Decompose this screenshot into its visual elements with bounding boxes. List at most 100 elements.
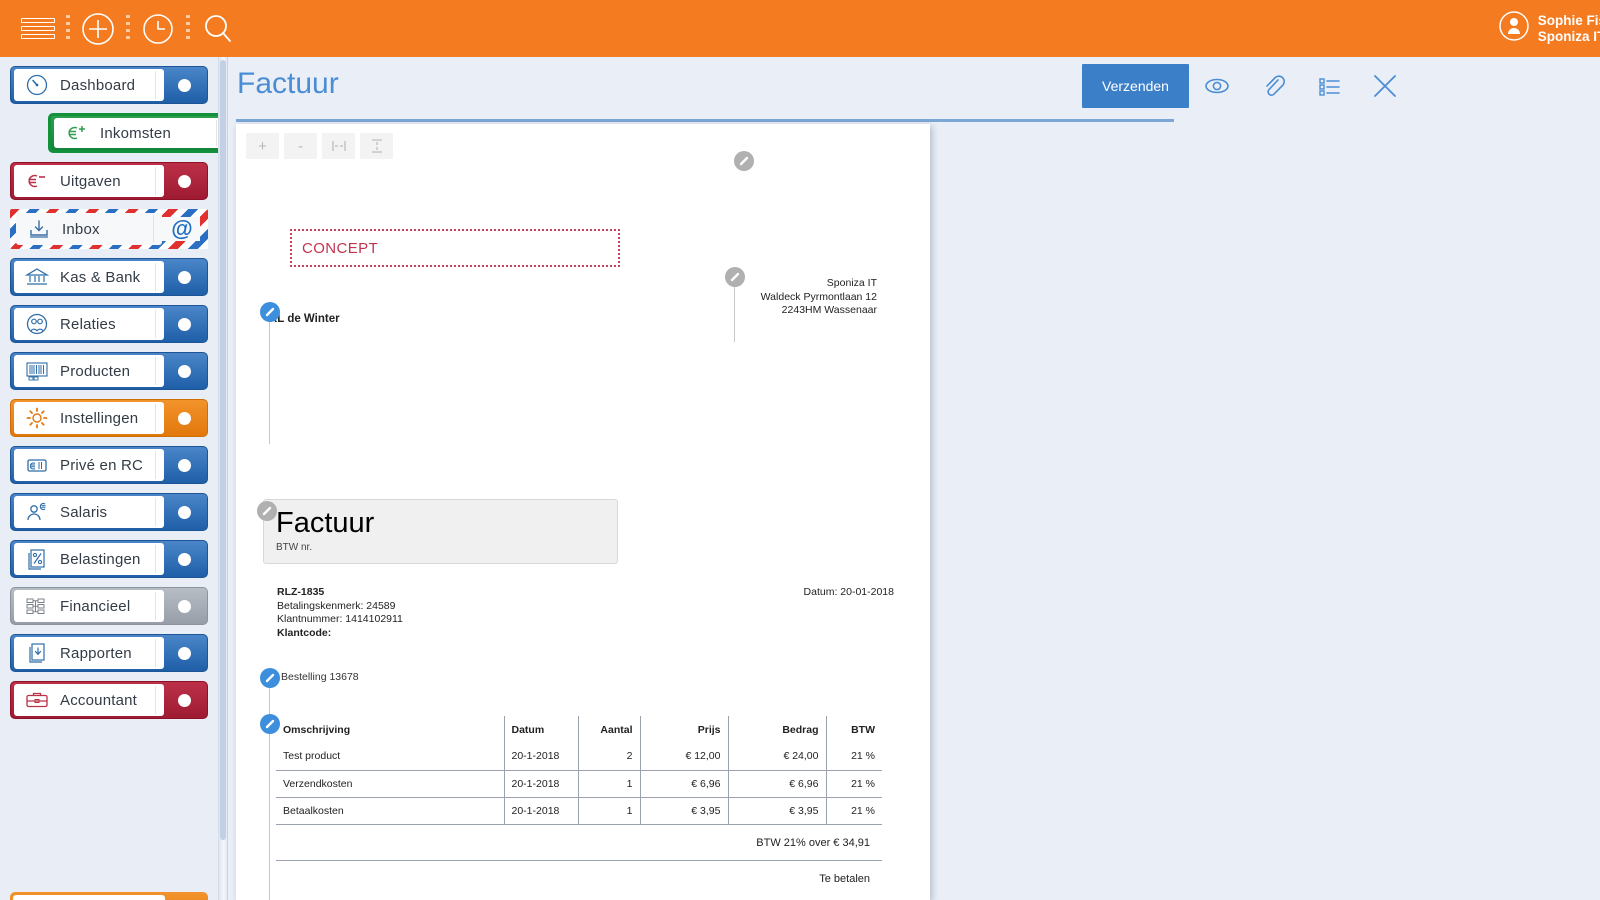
fit-height-button[interactable]: [360, 133, 393, 159]
sidebar-item-financieel[interactable]: Financieel: [10, 587, 208, 625]
close-icon[interactable]: [1357, 64, 1413, 108]
preview-icon[interactable]: [1189, 64, 1245, 108]
cell-btw: 21 %: [826, 743, 882, 770]
edit-pin-logo[interactable]: [734, 151, 754, 171]
nav-knob[interactable]: [164, 175, 204, 188]
add-icon[interactable]: [70, 0, 126, 57]
bank-icon: [20, 264, 54, 290]
search-icon[interactable]: [190, 0, 246, 57]
sidebar-item-inkomsten[interactable]: Inkomsten: [48, 113, 218, 153]
nav-knob[interactable]: [164, 694, 204, 707]
sidebar-item-salaris[interactable]: Salaris: [10, 493, 208, 531]
customer-code: Klantcode:: [277, 627, 403, 641]
euro-minus-icon: [20, 168, 54, 194]
edit-pin-order[interactable]: [260, 668, 280, 688]
cell-btw: 21 %: [826, 770, 882, 797]
gauge-icon: [20, 72, 54, 98]
main-area: Factuur Verzenden: [229, 57, 1600, 900]
attachment-icon[interactable]: [1245, 64, 1301, 108]
nav-knob[interactable]: [164, 318, 204, 331]
cell-datum: 20-1-2018: [504, 797, 578, 824]
table-row[interactable]: Verzendkosten 20-1-2018 1 € 6,96 € 6,96 …: [276, 770, 882, 797]
sidebar: Dashboard Inkomsten: [0, 57, 218, 900]
nav-knob[interactable]: [164, 365, 204, 378]
menu-icon[interactable]: [10, 0, 66, 57]
nav-tick: [155, 592, 160, 620]
edit-pin-heading[interactable]: [257, 501, 277, 521]
edit-pin-table[interactable]: [260, 714, 280, 734]
cell-prijs: € 12,00: [640, 743, 728, 770]
sidebar-item-label: Salaris: [60, 504, 107, 521]
edit-pin-recipient[interactable]: [260, 302, 280, 322]
list-icon[interactable]: [1301, 64, 1357, 108]
sidebar-item-kas-bank[interactable]: Kas & Bank: [10, 258, 208, 296]
nav-knob[interactable]: [164, 647, 204, 660]
invoice-document: + - CONCEPT: [236, 124, 930, 900]
nav-knob[interactable]: [164, 600, 204, 613]
user-area[interactable]: Sophie Fis Sponiza IT: [1498, 0, 1600, 57]
sidebar-item-inbox[interactable]: Inbox @: [10, 209, 208, 249]
inbox-badge[interactable]: @: [162, 218, 202, 240]
nav-knob[interactable]: [164, 553, 204, 566]
table-row[interactable]: Betaalkosten 20-1-2018 1 € 3,95 € 3,95 2…: [276, 797, 882, 824]
invoice-heading-block[interactable]: Factuur BTW nr.: [263, 499, 618, 564]
nav-tick: [155, 639, 160, 667]
zoom-in-button[interactable]: +: [246, 133, 279, 159]
sidebar-item-uitgaven[interactable]: Uitgaven: [10, 162, 208, 200]
invoice-meta: RLZ-1835 Betalingskenmerk: 24589 Klantnu…: [277, 586, 403, 640]
percent-doc-icon: [20, 546, 54, 572]
fit-width-button[interactable]: [322, 133, 355, 159]
sidebar-item-accountant[interactable]: Accountant: [10, 681, 208, 719]
table-row[interactable]: Test product 20-1-2018 2 € 12,00 € 24,00…: [276, 743, 882, 770]
column-header-btw: BTW: [826, 716, 882, 743]
sidebar-item-producten[interactable]: Producten: [10, 352, 208, 390]
user-company: Sponiza IT: [1538, 29, 1600, 45]
sidebar-item-relaties[interactable]: Relaties: [10, 305, 208, 343]
sidebar-item-rapporten[interactable]: Rapporten: [10, 634, 208, 672]
avatar: [1498, 10, 1530, 47]
report-icon: [20, 640, 54, 666]
order-line: Bestelling 13678: [281, 671, 359, 683]
gear-icon: [20, 405, 54, 431]
at-badge-label: @: [171, 218, 192, 240]
customer-number: Klantnummer: 1414102911: [277, 613, 403, 627]
sender-line-1: Sponiza IT: [761, 277, 877, 291]
zoom-out-button[interactable]: -: [284, 133, 317, 159]
sidebar-item-partial[interactable]: [10, 892, 208, 900]
sidebar-item-label: Inkomsten: [100, 125, 171, 142]
sidebar-item-label: Producten: [60, 363, 130, 380]
toolbar-divider: [186, 15, 190, 43]
nav-tick: [155, 263, 160, 291]
nav-knob[interactable]: [164, 271, 204, 284]
sidebar-item-instellingen[interactable]: Instellingen: [10, 399, 208, 437]
pin-line: [269, 688, 270, 716]
payment-reference: Betalingskenmerk: 24589: [277, 600, 403, 614]
nav-tick: [155, 71, 160, 99]
sidebar-item-label: Instellingen: [60, 410, 138, 427]
cell-aantal: 1: [578, 770, 640, 797]
concept-watermark-box[interactable]: CONCEPT: [290, 229, 620, 267]
wallet-icon: [20, 452, 54, 478]
history-icon[interactable]: [130, 0, 186, 57]
nav-tick: [155, 686, 160, 714]
pin-line: [734, 287, 735, 342]
nav-knob[interactable]: [164, 79, 204, 92]
send-button[interactable]: Verzenden: [1082, 64, 1189, 108]
sidebar-item-dashboard[interactable]: Dashboard: [10, 66, 208, 104]
nav-knob[interactable]: [164, 506, 204, 519]
nav-knob[interactable]: [164, 459, 204, 472]
cell-omschrijving: Betaalkosten: [276, 797, 504, 824]
cell-prijs: € 6,96: [640, 770, 728, 797]
sidebar-item-label: Financieel: [60, 598, 130, 615]
edit-pin-sender[interactable]: [725, 267, 745, 287]
invoice-heading-title: Factuur: [276, 505, 617, 541]
column-header-aantal: Aantal: [578, 716, 640, 743]
sidebar-item-prive-en-rc[interactable]: Privé en RC: [10, 446, 208, 484]
nav-knob[interactable]: [164, 412, 204, 425]
sidebar-item-belastingen[interactable]: Belastingen: [10, 540, 208, 578]
invoice-reference: RLZ-1835: [277, 586, 403, 600]
nav-tick: [155, 545, 160, 573]
pin-line: [269, 734, 270, 900]
sidebar-scrollbar-thumb[interactable]: [220, 60, 226, 840]
sidebar-item-label: Accountant: [60, 692, 137, 709]
